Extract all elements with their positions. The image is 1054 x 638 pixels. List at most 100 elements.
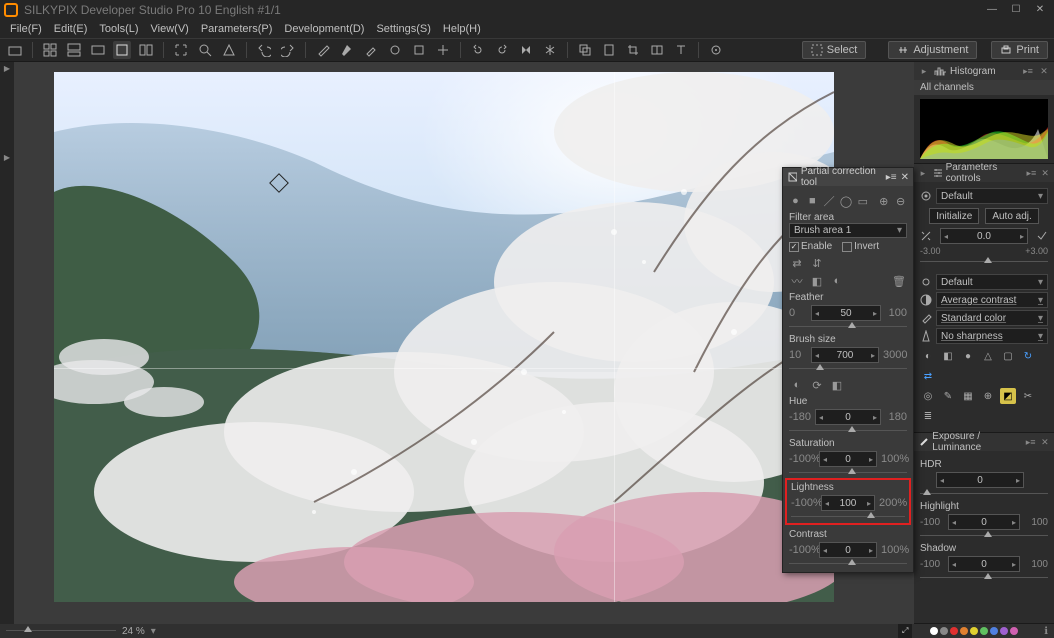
wand-icon[interactable]: ✎ bbox=[940, 388, 956, 404]
paste-icon[interactable] bbox=[600, 41, 618, 59]
remove-area-icon[interactable]: ⊖ bbox=[894, 194, 907, 208]
ellipse-shape-icon[interactable]: ◯ bbox=[840, 194, 853, 208]
pin-icon[interactable]: ▸≡ bbox=[1026, 167, 1036, 179]
channels-label[interactable]: All channels bbox=[914, 80, 1054, 95]
warning-icon[interactable] bbox=[220, 41, 238, 59]
brush-spinbox[interactable]: ◂700▸ bbox=[811, 347, 879, 363]
square-icon[interactable]: ▢ bbox=[1000, 348, 1016, 364]
multi-preview-icon[interactable] bbox=[137, 41, 155, 59]
pin-icon[interactable]: ▸≡ bbox=[1025, 436, 1035, 448]
open-folder-icon[interactable] bbox=[6, 41, 24, 59]
auto-exposure-icon[interactable] bbox=[1036, 230, 1048, 242]
mode-b-icon[interactable]: ⟳ bbox=[809, 378, 825, 392]
mirror-icon[interactable] bbox=[541, 41, 559, 59]
fit-screen-icon[interactable] bbox=[172, 41, 190, 59]
hdr-slider[interactable] bbox=[920, 491, 1048, 497]
shadow-slider[interactable] bbox=[920, 575, 1048, 581]
undo-icon[interactable] bbox=[255, 41, 273, 59]
shadow-spinbox[interactable]: ◂0▸ bbox=[948, 556, 1020, 572]
sphere-icon[interactable]: ● bbox=[960, 348, 976, 364]
chevron-right-icon[interactable]: ▸ bbox=[918, 65, 930, 77]
compare-icon[interactable] bbox=[648, 41, 666, 59]
enable-checkbox[interactable]: ✓Enable bbox=[789, 241, 832, 252]
preset-dropdown[interactable]: Default▾ bbox=[936, 188, 1048, 204]
partial-correction-icon[interactable]: ◩ bbox=[1000, 388, 1016, 404]
menu-view[interactable]: View(V) bbox=[145, 22, 195, 36]
tool-3-icon[interactable] bbox=[362, 41, 380, 59]
menu-settings[interactable]: Settings(S) bbox=[370, 22, 436, 36]
crop-icon[interactable]: ✂ bbox=[1020, 388, 1036, 404]
preview-view-icon[interactable] bbox=[113, 41, 131, 59]
panel-expand-icon[interactable]: ▶ bbox=[4, 153, 10, 162]
zoom-slider[interactable] bbox=[6, 628, 116, 634]
auto-adjust-button[interactable]: Auto adj. bbox=[985, 208, 1038, 224]
menu-development[interactable]: Development(D) bbox=[278, 22, 370, 36]
contrast-dropdown[interactable]: Average contrast▾ bbox=[936, 292, 1048, 308]
exposure-spinbox[interactable]: ◂0.0▸ bbox=[940, 228, 1028, 244]
trash-icon[interactable]: 🗑 bbox=[891, 274, 907, 288]
pin-icon[interactable]: ▸≡ bbox=[1022, 65, 1034, 77]
wb-icon[interactable]: ◐ bbox=[920, 348, 936, 364]
curve-icon[interactable]: 〰 bbox=[789, 274, 805, 288]
copy-icon[interactable] bbox=[576, 41, 594, 59]
print-button[interactable]: Print bbox=[991, 41, 1048, 59]
layers-icon[interactable]: ≣ bbox=[920, 408, 936, 424]
image-canvas[interactable] bbox=[14, 62, 914, 624]
gear-icon[interactable] bbox=[920, 190, 932, 202]
maximize-button[interactable]: ☐ bbox=[1006, 2, 1026, 18]
contrast-spinbox[interactable]: ◂0▸ bbox=[819, 542, 877, 558]
lightness-slider[interactable] bbox=[791, 514, 905, 520]
combo-view-icon[interactable] bbox=[65, 41, 83, 59]
brush-slider[interactable] bbox=[789, 366, 907, 372]
spot-icon[interactable] bbox=[707, 41, 725, 59]
chevron-right-icon[interactable]: ▸ bbox=[918, 167, 928, 179]
highlight-spinbox[interactable]: ◂0▸ bbox=[948, 514, 1020, 530]
flip-icon[interactable] bbox=[517, 41, 535, 59]
mask-icon[interactable]: ◐ bbox=[829, 274, 845, 288]
mode-c-icon[interactable]: ◧ bbox=[829, 378, 845, 392]
zoom-dropdown-icon[interactable]: ▾ bbox=[151, 626, 156, 637]
close-icon[interactable]: ✕ bbox=[1040, 436, 1050, 448]
crop-icon[interactable] bbox=[624, 41, 642, 59]
color-dropdown[interactable]: Standard color▾ bbox=[936, 310, 1048, 326]
panel-expand-icon[interactable]: ▶ bbox=[4, 64, 10, 73]
lens-icon[interactable]: ◎ bbox=[920, 388, 936, 404]
redo-icon[interactable] bbox=[279, 41, 297, 59]
select-mode-button[interactable]: Select bbox=[802, 41, 867, 59]
tool-5-icon[interactable] bbox=[410, 41, 428, 59]
circle-shape-icon[interactable]: ● bbox=[789, 194, 802, 208]
rotate-right-icon[interactable] bbox=[493, 41, 511, 59]
r2-icon[interactable]: ⇵ bbox=[809, 256, 825, 270]
menu-edit[interactable]: Edit(E) bbox=[48, 22, 94, 36]
brush-shape-icon[interactable]: ／ bbox=[823, 194, 836, 208]
hdr-spinbox[interactable]: ◂0▸ bbox=[936, 472, 1024, 488]
saturation-slider[interactable] bbox=[789, 470, 907, 476]
taste-marker-dots[interactable] bbox=[930, 627, 1018, 635]
hue-spinbox[interactable]: ◂0▸ bbox=[815, 409, 881, 425]
menu-parameters[interactable]: Parameters(P) bbox=[195, 22, 279, 36]
tool-4-icon[interactable] bbox=[386, 41, 404, 59]
swap-icon[interactable]: ⇄ bbox=[920, 368, 936, 384]
tool-6-icon[interactable] bbox=[434, 41, 452, 59]
minimize-button[interactable]: — bbox=[982, 2, 1002, 18]
sharpness-dropdown[interactable]: No sharpness▾ bbox=[936, 328, 1048, 344]
triangle-icon[interactable]: △ bbox=[980, 348, 996, 364]
filter-area-dropdown[interactable]: Brush area 1▾ bbox=[789, 223, 907, 238]
zoom-icon[interactable] bbox=[196, 41, 214, 59]
tone-icon[interactable]: ◧ bbox=[940, 348, 956, 364]
contrast-slider[interactable] bbox=[789, 561, 907, 567]
close-button[interactable]: ✕ bbox=[1030, 2, 1050, 18]
close-icon[interactable]: ✕ bbox=[901, 172, 909, 183]
row-view-icon[interactable] bbox=[89, 41, 107, 59]
refresh-icon[interactable]: ↻ bbox=[1020, 348, 1036, 364]
exposure-slider[interactable] bbox=[920, 259, 1048, 265]
pin-icon[interactable]: ▸≡ bbox=[886, 172, 897, 183]
menu-file[interactable]: File(F) bbox=[4, 22, 48, 36]
close-icon[interactable]: ✕ bbox=[1040, 167, 1050, 179]
rect-shape-icon[interactable]: ▭ bbox=[856, 194, 869, 208]
erase-icon[interactable]: ◧ bbox=[809, 274, 825, 288]
target-icon[interactable]: ⊕ bbox=[980, 388, 996, 404]
tool-2-icon[interactable] bbox=[338, 41, 356, 59]
tool-1-icon[interactable] bbox=[314, 41, 332, 59]
menu-help[interactable]: Help(H) bbox=[437, 22, 487, 36]
